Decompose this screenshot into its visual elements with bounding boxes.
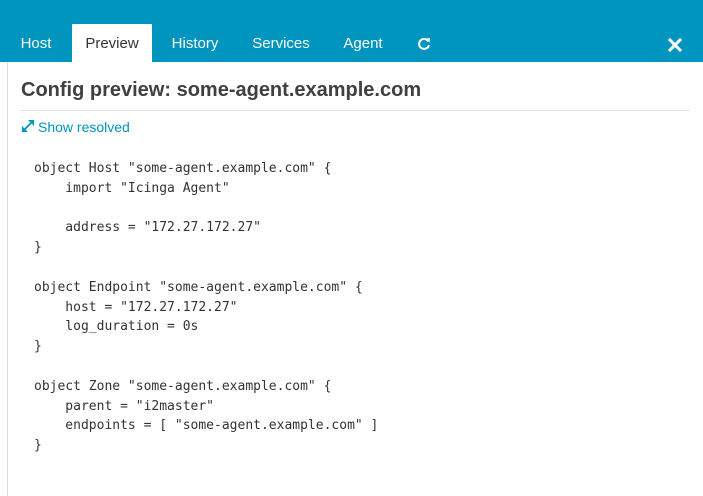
config-code-block: object Host "some-agent.example.com" { i… xyxy=(34,161,379,454)
page-title: Config preview: some-agent.example.com xyxy=(21,79,690,111)
tab-bar: Host Preview History Services Agent xyxy=(0,0,703,62)
tab-services[interactable]: Services xyxy=(240,24,322,62)
show-resolved-link[interactable]: Show resolved xyxy=(21,118,130,136)
expand-arrows-icon xyxy=(21,119,38,136)
tab-history[interactable]: History xyxy=(160,24,230,62)
tab-agent[interactable]: Agent xyxy=(332,24,394,62)
show-resolved-label: Show resolved xyxy=(38,119,130,135)
close-icon[interactable] xyxy=(664,34,686,56)
left-panel-edge xyxy=(0,0,8,496)
tab-preview[interactable]: Preview xyxy=(72,24,152,62)
tab-host[interactable]: Host xyxy=(8,24,64,62)
refresh-icon[interactable] xyxy=(414,34,434,54)
